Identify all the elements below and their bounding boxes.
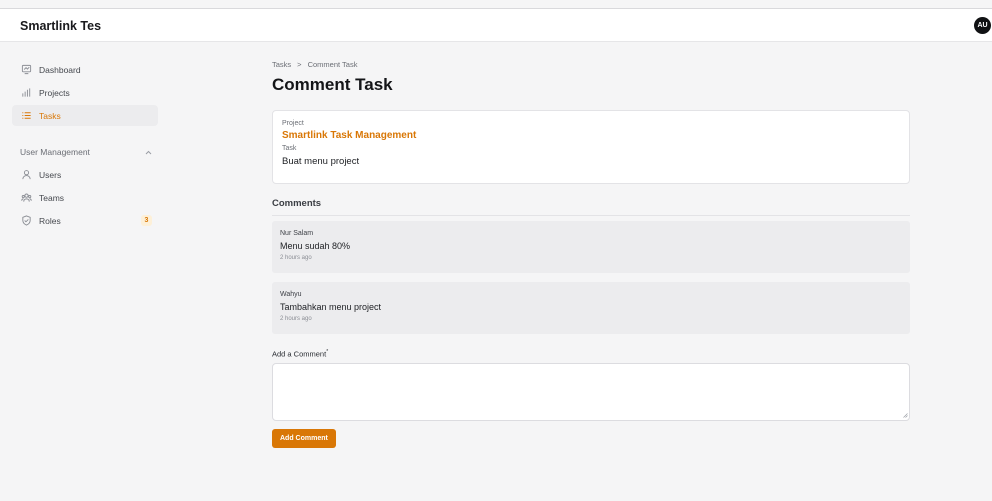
comment-timestamp: 2 hours ago [280, 316, 312, 322]
group-label: User Management [20, 147, 90, 157]
comment-text: Tambahkan menu project [280, 302, 382, 312]
sidebar-item-dashboard[interactable]: Dashboard [12, 59, 158, 80]
add-comment-label-text: Add a Comment [272, 349, 327, 359]
sidebar-item-label: Dashboard [39, 64, 81, 75]
breadcrumb-tasks-link[interactable]: Tasks [272, 60, 291, 69]
sidebar-item-tasks[interactable]: Tasks [12, 105, 158, 126]
resize-handle-icon[interactable] [903, 413, 908, 418]
top-bar: Smartlink Tes AU [0, 8, 992, 42]
add-comment-button[interactable]: Add Comment [272, 429, 336, 448]
add-comment-label: Add a Comment* [272, 349, 328, 359]
sidebar-item-roles[interactable]: Roles 3 [12, 210, 158, 231]
sidebar-item-teams[interactable]: Teams [12, 187, 158, 208]
roles-count-badge: 3 [141, 215, 152, 226]
chevron-up-icon [145, 147, 152, 157]
comment-text: Menu sudah 80% [280, 241, 351, 251]
sidebar-item-label: Roles [39, 215, 61, 226]
comment-textarea[interactable] [272, 363, 910, 421]
breadcrumb-separator: > [297, 60, 302, 69]
breadcrumb: Tasks > Comment Task [272, 60, 910, 69]
user-icon [20, 169, 32, 181]
sidebar-item-label: Projects [39, 87, 70, 98]
page-title: Comment Task [272, 75, 393, 94]
comment-author: Nur Salam [280, 230, 314, 237]
comment-author: Wahyu [280, 291, 302, 298]
sidebar-item-users[interactable]: Users [12, 164, 158, 185]
project-label: Project [282, 120, 304, 127]
comment-timestamp: 2 hours ago [280, 255, 312, 261]
user-management-group-toggle[interactable]: User Management [20, 147, 152, 157]
required-mark: * [326, 349, 329, 355]
sidebar: Dashboard Projects Tasks User Management… [0, 43, 170, 501]
comment-item: Nur Salam Menu sudah 80% 2 hours ago [272, 221, 910, 273]
task-info-card: Project Smartlink Task Management Task B… [272, 110, 910, 184]
list-icon [20, 110, 32, 122]
task-label: Task [282, 145, 297, 152]
comments-heading: Comments [272, 198, 910, 216]
sidebar-item-label: Teams [39, 192, 65, 203]
bar-chart-icon [20, 87, 32, 99]
project-name: Smartlink Task Management [282, 130, 417, 141]
comment-item: Wahyu Tambahkan menu project 2 hours ago [272, 282, 910, 334]
sidebar-item-projects[interactable]: Projects [12, 82, 158, 103]
app-title[interactable]: Smartlink Tes [20, 19, 101, 33]
dashboard-icon [20, 64, 32, 76]
avatar[interactable]: AU [974, 17, 991, 34]
sidebar-item-label: Users [39, 169, 62, 180]
sidebar-item-label: Tasks [39, 110, 61, 121]
main-content: Tasks > Comment Task Comment Task Projec… [272, 60, 910, 448]
task-name: Buat menu project [282, 156, 360, 167]
users-group-icon [20, 192, 32, 204]
shield-check-icon [20, 215, 32, 227]
breadcrumb-current: Comment Task [307, 60, 358, 69]
